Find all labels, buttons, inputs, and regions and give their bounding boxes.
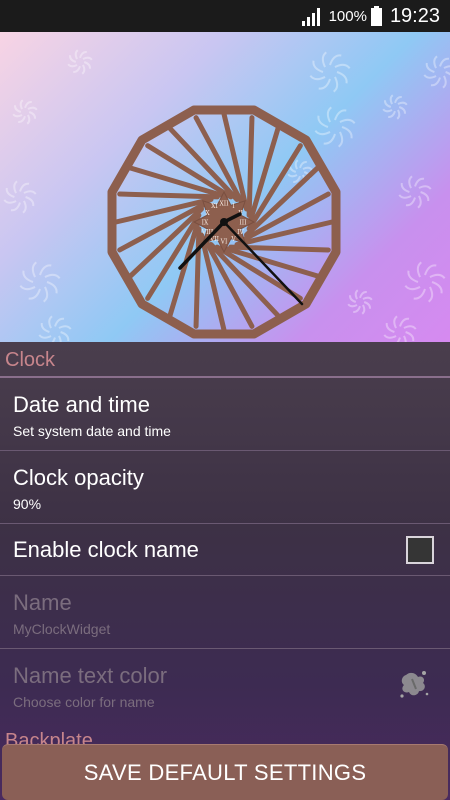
signal-icon (301, 8, 320, 26)
date-and-time-item[interactable]: Date and time Set system date and time (0, 378, 450, 451)
item-summary: MyClockWidget (13, 621, 111, 637)
battery-icon (370, 6, 382, 26)
item-title: Clock opacity (13, 465, 144, 490)
item-title: Enable clock name (13, 537, 199, 562)
enable-clock-name-checkbox[interactable] (406, 536, 434, 564)
item-title: Name text color (13, 663, 168, 688)
settings-list: Clock Date and time Set system date and … (0, 342, 450, 800)
item-title: Date and time (13, 392, 150, 417)
dial-numeral: V (230, 236, 236, 243)
dial-numeral: VI (220, 239, 228, 246)
battery-percentage: 100% (328, 7, 367, 25)
save-default-settings-button[interactable]: SAVE DEFAULT SETTINGS (2, 744, 448, 800)
dial-numeral: IV (237, 229, 244, 236)
item-summary: Set system date and time (13, 423, 171, 439)
color-splash-icon (400, 671, 429, 698)
status-bar: 100% 19:23 (0, 0, 450, 32)
item-summary: Choose color for name (13, 694, 155, 710)
enable-clock-name-item[interactable]: Enable clock name (0, 524, 450, 576)
dial-numeral: III (239, 220, 247, 227)
clock-widget[interactable]: IIIIIIIVVVIVIIVIIIIXXXIXII (102, 100, 346, 342)
dial-numeral: IX (202, 220, 209, 227)
widget-preview: IIIIIIIVVVIVIIVIIIIXXXIXII (0, 32, 450, 342)
name-text-color-item: Name text color Choose color for name (0, 649, 450, 722)
clock-opacity-item[interactable]: Clock opacity 90% (0, 451, 450, 524)
name-item: Name MyClockWidget (0, 576, 450, 649)
category-header-clock: Clock (0, 342, 450, 378)
item-summary: 90% (13, 496, 42, 512)
item-title: Name (13, 590, 72, 615)
dial-numeral: XII (219, 201, 229, 208)
dial-numeral: XI (211, 203, 218, 210)
dial-numeral: X (205, 210, 210, 217)
status-time: 19:23 (389, 4, 440, 27)
